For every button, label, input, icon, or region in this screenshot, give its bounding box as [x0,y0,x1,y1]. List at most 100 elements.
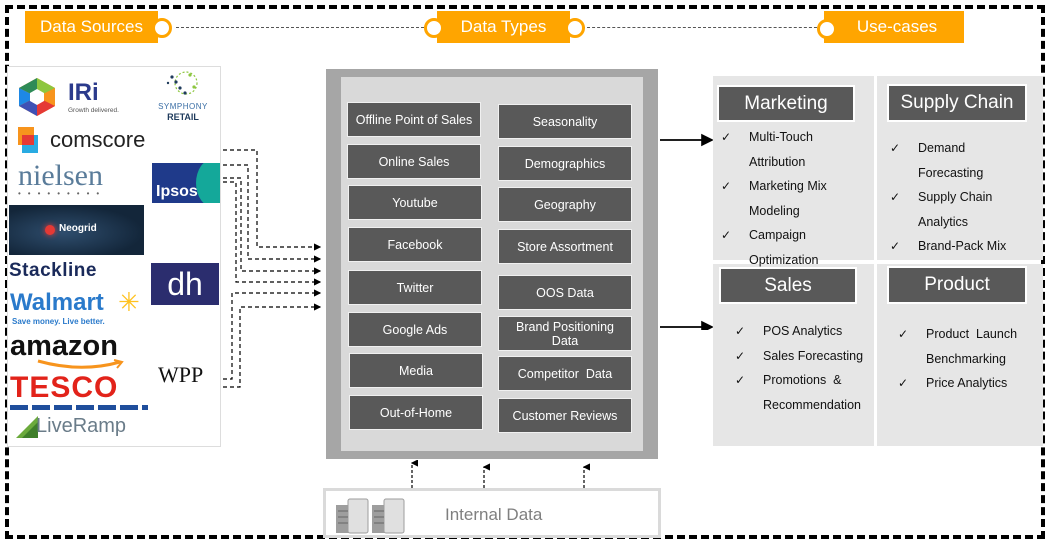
connector-arrow [223,164,322,263]
liveramp-logo: LiveRamp [16,413,146,441]
check-icon: ✓ [735,324,746,338]
check-icon: ✓ [721,228,732,242]
check-icon: ✓ [898,327,909,341]
list-item: ✓ Multi-Touch [721,125,827,150]
symphony-wordmark: SYMPHONY [158,102,208,111]
data-type-tile: Geography [498,187,632,222]
data-type-tile: Demographics [498,146,632,181]
iri-logo: IRi Growth delivered. [16,77,136,117]
header-use-cases-label: Use-cases [856,17,938,36]
neogrid-dot-icon [45,225,55,235]
header-use-cases: Use-cases [824,11,964,43]
walmart-logo: Walmart ✳ Save money. Live better. [10,289,152,329]
data-type-tile: Online Sales [347,144,481,179]
header-data-types: Data Types [437,11,570,43]
list-item: Attribution [749,154,806,169]
iri-wordmark: IRi [68,79,99,106]
symphony-retail-logo: SYMPHONY RETAIL [150,69,216,123]
check-icon: ✓ [890,190,901,204]
comscore-logo: comscore [16,123,156,157]
dh-logo: dh [151,263,219,305]
data-type-tile: Youtube [348,185,482,220]
use-case-list-marketing: ✓ Multi-Touch Attribution ✓ Marketing Mix … [721,125,827,272]
list-item: Recommendation [763,397,861,412]
list-item: Forecasting [918,165,984,180]
comscore-wordmark: comscore [50,127,146,152]
data-type-tile: Seasonality [498,104,632,139]
use-case-list-sales: ✓ POS Analytics ✓ Sales Forecasting ✓ Promo… [735,319,863,417]
list-item: ✓ Brand-Pack Mix [890,234,1006,259]
tesco-stripes [10,405,148,410]
nielsen-logo: nielsen ••••••••• [18,161,143,201]
comscore-icon [18,127,38,153]
liveramp-wordmark: LiveRamp [36,415,127,437]
symphony-network-icon [166,71,198,95]
data-type-tile: Offline Point of Sales [347,102,481,137]
wpp-logo: WPP [158,362,204,387]
connector-arrow [223,177,322,275]
check-icon: ✓ [890,141,901,155]
use-case-title-marketing: Marketing [717,85,855,122]
ipsos-wordmark: Ipsos [156,183,198,200]
check-icon: ✓ [721,179,732,193]
connector-knob [817,19,837,39]
neogrid-logo: Neogrid [9,205,144,255]
walmart-tagline: Save money. Live better. [12,317,105,326]
dh-wordmark: dh [167,266,203,302]
amazon-logo: amazon [10,331,152,375]
connector-knob [424,18,444,38]
data-type-tile: Facebook [348,227,482,262]
data-type-tile: OOS Data [498,275,632,310]
internal-data-box: Internal Data [323,488,661,538]
connector-arrow [223,289,322,380]
check-icon: ✓ [735,373,746,387]
check-icon: ✓ [898,376,909,390]
connector-arrow [223,303,322,388]
list-item: ✓ Campaign [721,223,827,248]
connector-line-sources-types [176,27,424,28]
iri-hexagon-icon [19,78,55,116]
amazon-smile-icon [37,359,124,369]
check-icon: ✓ [890,239,901,253]
header-data-sources-label: Data Sources [40,17,143,36]
liveramp-ramp-icon [16,416,38,438]
list-item: ✓ POS Analytics [735,319,863,344]
list-item: Benchmarking [926,351,1006,366]
tesco-logo: TESCO [10,373,152,413]
list-item: ✓ Marketing Mix [721,174,827,199]
use-case-arrows [660,133,714,330]
source-connector-arrows [223,149,322,388]
check-icon: ✓ [721,130,732,144]
list-item: ✓ Promotions & [735,368,863,393]
data-sources-logo-panel: IRi Growth delivered. SYMPHONY RETAIL co… [7,66,221,447]
connector-knob [152,18,172,38]
tesco-wordmark: TESCO [10,371,119,404]
use-case-list-product: ✓ Product Launch Benchmarking ✓ Price Anal… [898,322,1017,396]
internal-data-label: Internal Data [445,505,543,524]
data-type-tile: Out-of-Home [349,395,483,430]
header-data-sources: Data Sources [25,11,158,43]
nielsen-wordmark: nielsen [18,159,103,192]
data-type-tile: Twitter [348,270,482,305]
symphony-retail-wordmark: RETAIL [167,112,199,122]
use-case-title-product: Product [887,266,1027,304]
connector-knob [565,18,585,38]
use-case-list-supply-chain: ✓ Demand Forecasting ✓ Supply Chain Analyt… [890,136,1006,259]
data-type-tile: Customer Reviews [498,398,632,433]
header-data-types-label: Data Types [460,17,547,36]
list-item: Modeling [749,203,800,218]
data-type-tile: Store Assortment [498,229,632,264]
list-item: ✓ Sales Forecasting [735,344,863,369]
neogrid-wordmark: Neogrid [59,223,97,234]
walmart-spark-icon: ✳ [118,287,140,317]
data-type-tile: Media [349,353,483,388]
list-item: ✓ Demand [890,136,1006,161]
use-case-title-sales: Sales [719,267,857,304]
nielsen-dots: ••••••••• [18,189,107,198]
server-icon [336,498,405,534]
list-item: ✓ Price Analytics [898,371,1017,396]
stackline-logo: Stackline [9,260,97,281]
data-type-tile: Google Ads [348,312,482,347]
walmart-wordmark: Walmart [10,289,104,316]
list-item: ✓ Supply Chain [890,185,1006,210]
